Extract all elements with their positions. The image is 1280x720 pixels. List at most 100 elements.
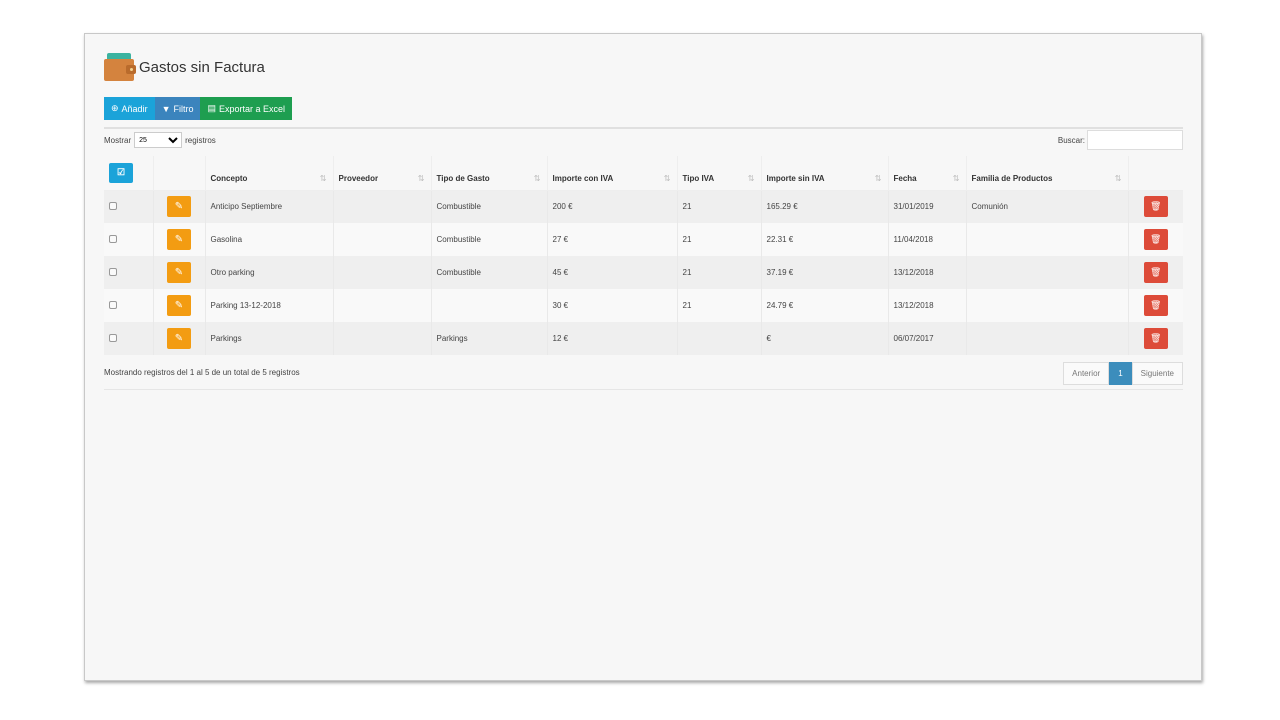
delete-button[interactable]: 🗑	[1143, 328, 1168, 349]
cell-familia	[966, 223, 1129, 256]
column-proveedor[interactable]: Proveedor ⇅	[333, 156, 432, 191]
edit-cell: ✎	[153, 190, 206, 223]
edit-cell: ✎	[153, 256, 206, 289]
trash-icon: 🗑	[1150, 201, 1162, 212]
page-header: Gastos sin Factura	[104, 52, 265, 82]
pagination-previous[interactable]: Anterior	[1063, 362, 1110, 385]
export-excel-button[interactable]: ▤ Exportar a Excel	[200, 97, 293, 120]
row-checkbox[interactable]	[109, 300, 117, 309]
add-button[interactable]: ⊕ Añadir	[104, 97, 155, 120]
column-tipo-iva[interactable]: Tipo IVA ⇅	[677, 156, 762, 191]
footer-divider	[104, 389, 1183, 390]
row-checkbox-cell	[104, 256, 154, 289]
cell-tipo-iva: 21	[677, 223, 762, 256]
sort-icon: ⇅	[417, 173, 425, 183]
delete-button[interactable]: 🗑	[1143, 262, 1168, 283]
edit-button[interactable]: ✎	[167, 229, 191, 250]
cell-proveedor	[333, 223, 432, 256]
app-window: Gastos sin Factura ⊕ Añadir ▼ Filtro ▤ E…	[84, 33, 1202, 681]
select-all-header: ☑	[104, 156, 154, 191]
cell-sin-iva: 37.19 €	[761, 256, 889, 289]
trash-icon: 🗑	[1150, 333, 1162, 343]
edit-cell: ✎	[153, 223, 206, 256]
row-checkbox-cell	[104, 190, 154, 223]
cell-con-iva: 12 €	[547, 322, 678, 355]
sort-asc-icon: ⇅	[319, 173, 327, 183]
row-checkbox[interactable]	[109, 267, 117, 276]
cell-tipo: Combustible	[431, 223, 548, 256]
row-checkbox[interactable]	[109, 201, 117, 210]
cell-familia	[966, 322, 1129, 355]
check-square-icon: ☑	[116, 167, 126, 177]
search-input[interactable]	[1087, 130, 1183, 150]
cell-sin-iva: 24.79 €	[761, 289, 889, 322]
row-checkbox[interactable]	[109, 234, 117, 243]
column-importe-sin-iva[interactable]: Importe sin IVA ⇅	[761, 156, 889, 191]
cell-con-iva: 45 €	[547, 256, 678, 289]
row-checkbox[interactable]	[109, 333, 117, 342]
delete-button[interactable]: 🗑	[1143, 196, 1168, 218]
column-concepto[interactable]: Concepto ⇅	[205, 156, 334, 191]
sort-icon: ⇅	[533, 173, 541, 183]
pencil-icon: ✎	[174, 234, 184, 245]
table-info: Mostrando registros del 1 al 5 de un tot…	[104, 368, 300, 377]
trash-icon: 🗑	[1150, 267, 1162, 277]
trash-icon: 🗑	[1150, 234, 1162, 244]
pagination-next[interactable]: Siguiente	[1131, 362, 1183, 385]
table-body: ✎ Anticipo Septiembre Combustible 200 €21 16…	[104, 190, 1183, 355]
cell-con-iva: 30 €	[547, 289, 678, 322]
select-all-button[interactable]: ☑	[109, 162, 133, 183]
row-checkbox-cell	[104, 223, 154, 256]
page-length-select[interactable]: 25	[134, 132, 183, 148]
cell-fecha: 31/01/2019	[888, 190, 967, 223]
wallet-icon	[104, 52, 136, 82]
column-fecha[interactable]: Fecha ⇅	[888, 156, 967, 191]
delete-button[interactable]: 🗑	[1143, 295, 1168, 316]
delete-cell: 🗑	[1128, 322, 1183, 355]
column-importe-con-iva[interactable]: Importe con IVA ⇅	[547, 156, 678, 191]
sort-icon: ⇅	[1114, 173, 1122, 183]
cell-tipo	[431, 289, 548, 322]
filter-icon: ▼	[161, 103, 171, 114]
cell-proveedor	[333, 190, 432, 223]
edit-button[interactable]: ✎	[167, 328, 191, 349]
cell-tipo: Parkings	[431, 322, 548, 355]
cell-tipo: Combustible	[431, 190, 548, 223]
cell-sin-iva: 165.29 €	[761, 190, 889, 223]
sort-icon: ⇅	[874, 173, 882, 183]
table-row: ✎ Gasolina Combustible 27 €21 22.31 €11/04/2…	[104, 223, 1183, 256]
column-familia-productos[interactable]: Familia de Productos ⇅	[966, 156, 1129, 191]
cell-concepto: Parking 13-12-2018	[205, 289, 334, 322]
search-label: Buscar:	[1057, 135, 1085, 145]
export-excel-label: Exportar a Excel	[219, 103, 286, 114]
delete-button[interactable]: 🗑	[1143, 229, 1168, 250]
edit-button[interactable]: ✎	[167, 295, 191, 316]
filter-button[interactable]: ▼ Filtro	[154, 97, 201, 120]
table-row: ✎ Otro parking Combustible 45 €21 37.19 €13/…	[104, 256, 1183, 289]
page-length-control: Mostrar 25 registros	[104, 132, 216, 148]
pencil-icon: ✎	[174, 300, 184, 311]
column-tipo-gasto[interactable]: Tipo de Gasto ⇅	[431, 156, 548, 191]
length-suffix: registros	[185, 135, 216, 145]
pencil-icon: ✎	[174, 333, 184, 344]
divider	[104, 127, 1183, 129]
table-row: ✎ Parking 13-12-2018 30 €21 24.79 €13/12/20…	[104, 289, 1183, 322]
edit-cell: ✎	[153, 289, 206, 322]
pencil-icon: ✎	[174, 201, 184, 213]
cell-con-iva: 27 €	[547, 223, 678, 256]
cell-fecha: 06/07/2017	[888, 322, 967, 355]
delete-cell: 🗑	[1128, 289, 1183, 322]
edit-button[interactable]: ✎	[167, 262, 191, 283]
filter-button-label: Filtro	[173, 103, 194, 114]
delete-cell: 🗑	[1128, 190, 1183, 223]
row-checkbox-cell	[104, 289, 154, 322]
length-prefix: Mostrar	[104, 135, 132, 145]
cell-fecha: 11/04/2018	[888, 223, 967, 256]
cell-tipo-iva: 21	[677, 256, 762, 289]
pagination-page-1[interactable]: 1	[1109, 362, 1132, 385]
edit-button[interactable]: ✎	[167, 196, 191, 218]
sort-icon: ⇅	[747, 173, 755, 183]
cell-familia	[966, 289, 1129, 322]
row-checkbox-cell	[104, 322, 154, 355]
add-button-label: Añadir	[121, 103, 148, 114]
